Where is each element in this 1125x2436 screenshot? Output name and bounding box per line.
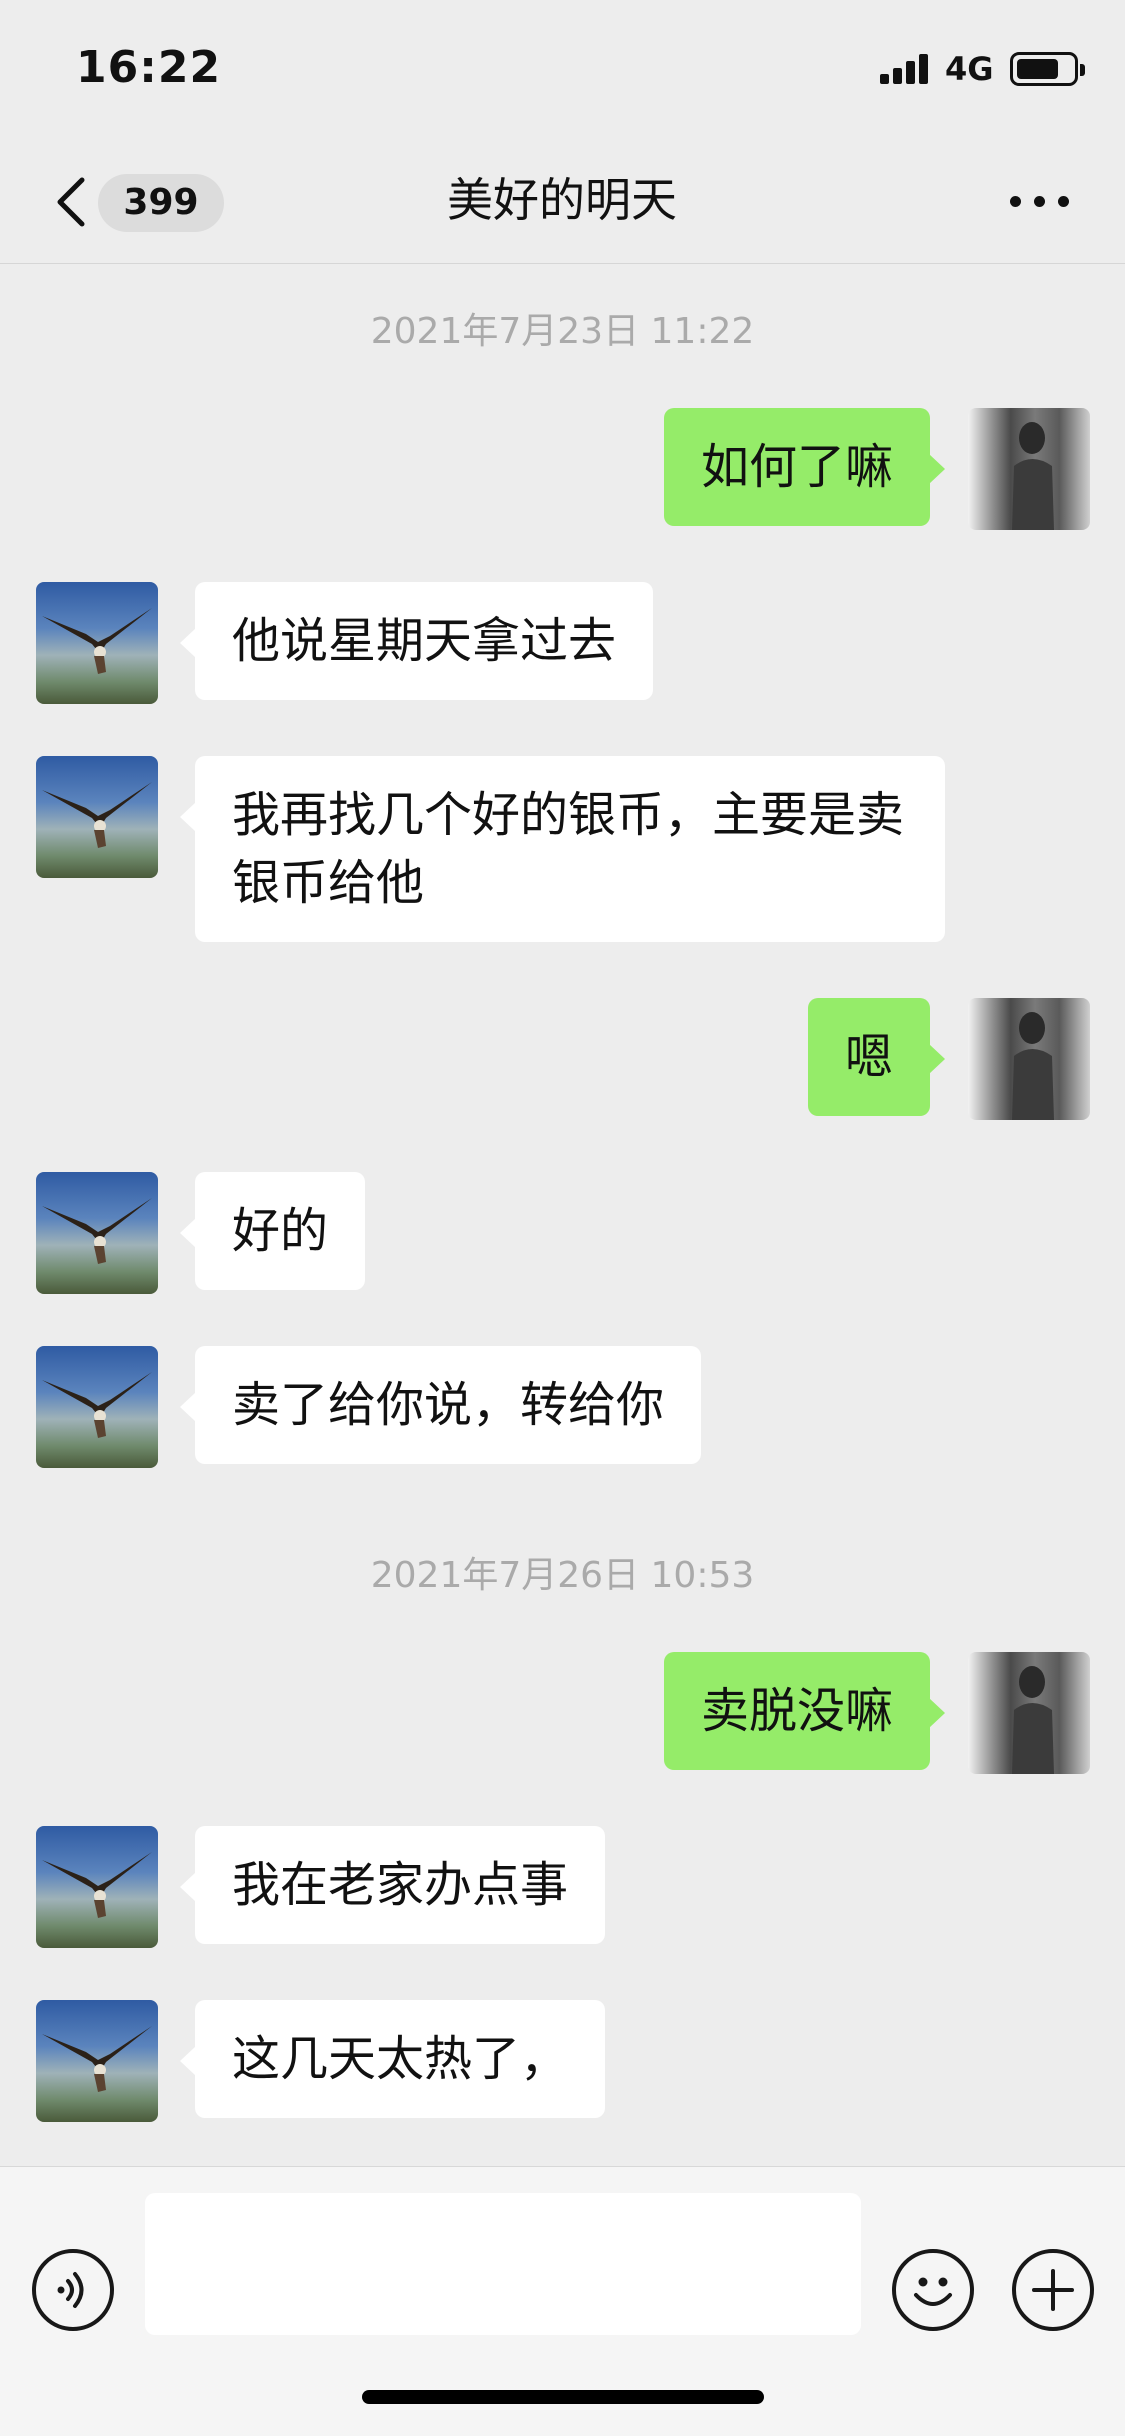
message-timestamp: 2021年7月26日 10:53 (370, 1555, 755, 1596)
home-indicator[interactable] (362, 2390, 764, 2404)
unread-count-badge[interactable]: 399 (98, 174, 224, 232)
outgoing-message-bubble[interactable]: 如何了嘛 (663, 408, 946, 526)
outgoing-message-bubble[interactable]: 嗯 (807, 998, 946, 1116)
my-avatar[interactable] (968, 998, 1090, 1120)
battery-icon (1010, 52, 1085, 86)
contact-avatar[interactable] (36, 2000, 158, 2122)
contact-avatar[interactable] (36, 756, 158, 878)
incoming-message-bubble[interactable]: 我再找几个好的银币，主要是卖银币给他 (180, 756, 945, 942)
signal-strength-icon (880, 54, 936, 84)
plus-icon[interactable] (1012, 2249, 1094, 2331)
network-type: 4G (945, 50, 994, 88)
ellipsis-icon[interactable] (1010, 190, 1070, 214)
message-timestamp: 2021年7月23日 11:22 (370, 311, 755, 352)
contact-avatar[interactable] (36, 1826, 158, 1948)
status-time: 16:22 (76, 42, 222, 93)
incoming-message-bubble[interactable]: 这几天太热了， (179, 2000, 606, 2118)
status-bar: 16:22 4G (0, 0, 1125, 140)
emoji-icon[interactable] (892, 2249, 974, 2331)
chat-title: 美好的明天 (447, 173, 677, 227)
outgoing-message-bubble[interactable]: 卖脱没嘛 (663, 1652, 946, 1770)
my-avatar[interactable] (968, 1652, 1090, 1774)
my-avatar[interactable] (968, 408, 1090, 530)
contact-avatar[interactable] (36, 1346, 158, 1468)
contact-avatar[interactable] (36, 582, 158, 704)
chevron-left-icon[interactable] (52, 176, 92, 228)
contact-avatar[interactable] (36, 1172, 158, 1294)
incoming-message-bubble[interactable]: 他说星期天拿过去 (179, 582, 654, 700)
incoming-message-bubble[interactable]: 卖了给你说，转给你 (179, 1346, 702, 1464)
incoming-message-bubble[interactable]: 好的 (179, 1172, 366, 1290)
incoming-message-bubble[interactable]: 我在老家办点事 (179, 1826, 606, 1944)
message-input[interactable] (145, 2193, 861, 2335)
chat-nav-bar: 399 美好的明天 (0, 140, 1125, 264)
voice-icon[interactable] (32, 2249, 114, 2331)
